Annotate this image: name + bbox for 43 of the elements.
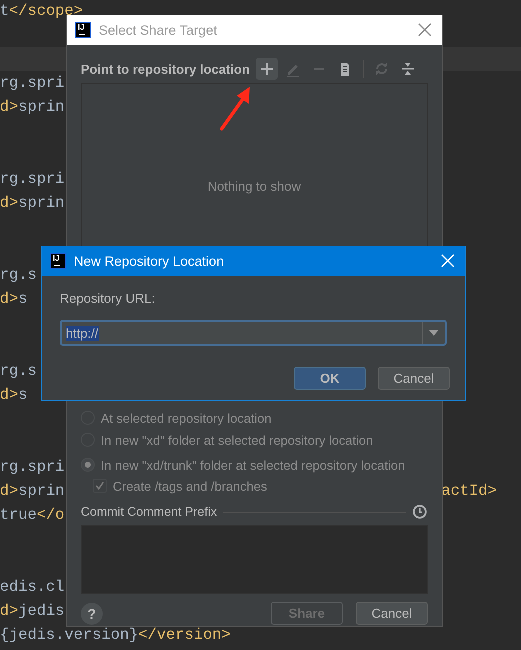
code-text: d>jedis — [0, 601, 65, 622]
field-label: Repository URL: — [60, 291, 156, 307]
code-text: edis.cl — [0, 577, 65, 598]
toolbar-label: Point to repository location — [81, 62, 250, 76]
section-title: Commit Comment Prefix — [81, 505, 218, 519]
code-text: true</o — [0, 505, 65, 526]
code-text: rg.spri — [0, 169, 65, 190]
clock-icon[interactable] — [412, 504, 428, 520]
empty-message: Nothing to show — [208, 178, 302, 194]
code-text: rg.spri — [0, 73, 65, 94]
dropdown-arrow-icon[interactable] — [429, 330, 439, 336]
code-text: actId> — [442, 481, 497, 502]
window-title: New Repository Location — [74, 254, 226, 268]
window-title: Select Share Target — [99, 22, 218, 38]
dialog-button[interactable]: Cancel — [356, 602, 428, 625]
code-text: t</scope> — [0, 1, 84, 22]
code-text: d>sprin — [0, 97, 65, 118]
code-text: rg.spri — [0, 457, 65, 478]
app-logo: IJ — [75, 22, 91, 38]
code-text: rg.s — [0, 361, 37, 382]
arrow — [220, 87, 250, 131]
option-label: In new "xd/trunk" folder at selected repository location — [101, 458, 406, 472]
toolbar-button[interactable] — [256, 58, 278, 80]
help-button[interactable]: ? — [81, 602, 103, 624]
code-text: rg.s — [0, 265, 37, 286]
option-label: In new "xd" folder at selected repository location — [101, 432, 374, 448]
code-text: d>s — [0, 385, 28, 406]
close-icon[interactable] — [418, 23, 432, 37]
dialog-button[interactable]: Cancel — [378, 367, 450, 390]
url-combo-box[interactable]: http:// — [60, 320, 447, 346]
add-icon — [259, 61, 276, 77]
app-logo: IJ — [50, 253, 66, 269]
refresh-icon — [374, 61, 390, 77]
checkbox-label: Create /tags and /branches — [113, 478, 268, 494]
check-icon — [95, 481, 105, 491]
option-label: At selected repository location — [101, 410, 272, 426]
url-value: http:// — [66, 326, 99, 340]
collapse-icon — [400, 61, 416, 77]
code-text: d>s — [0, 289, 28, 310]
code-text: d>sprin — [0, 481, 65, 502]
dialog-button[interactable]: OK — [294, 367, 366, 390]
code-text: d>sprin — [0, 193, 65, 214]
code-text: {jedis.version}</version> — [0, 625, 231, 646]
